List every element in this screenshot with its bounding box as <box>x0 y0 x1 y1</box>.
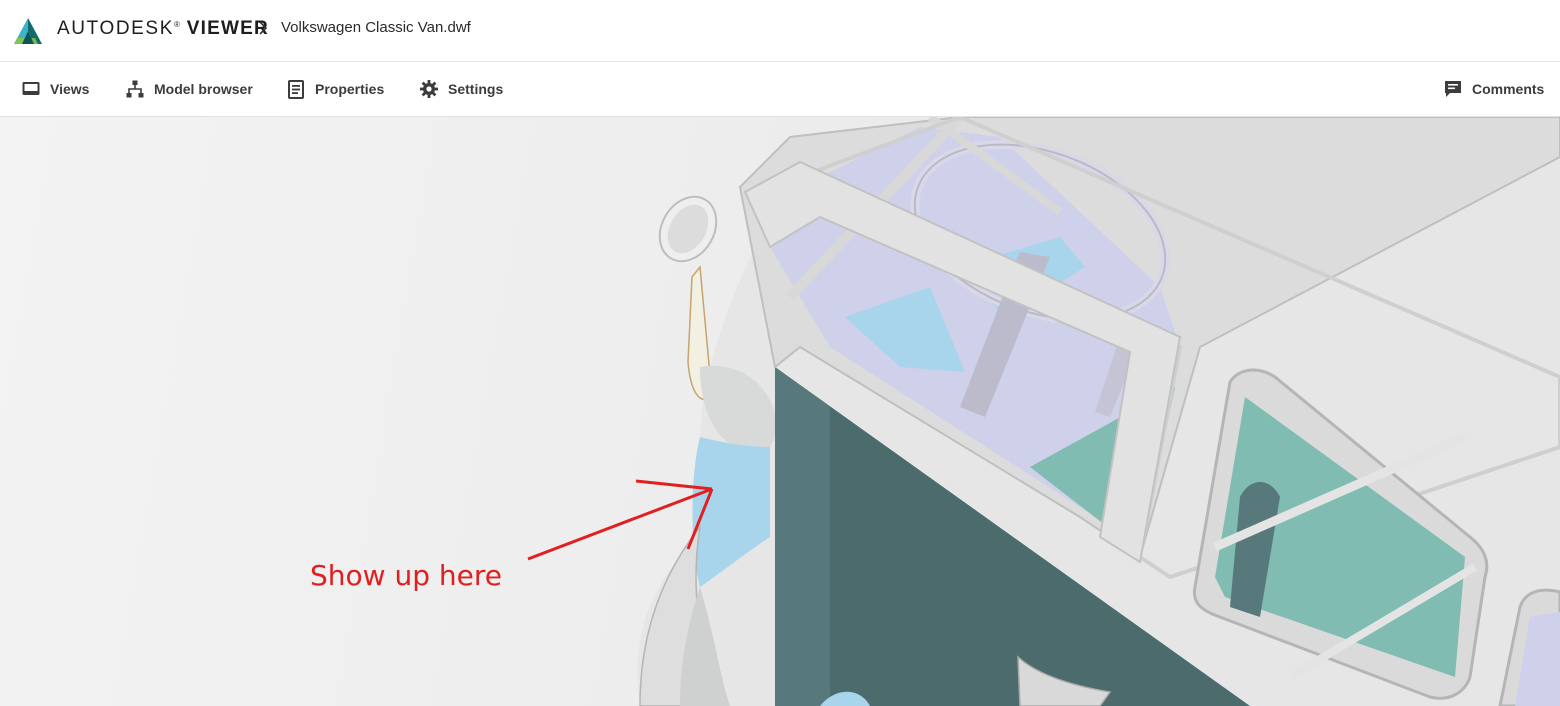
gear-icon <box>420 80 438 98</box>
comments-label: Comments <box>1472 81 1545 97</box>
comments-icon <box>1445 81 1461 97</box>
comments-button[interactable]: Comments <box>1444 78 1544 100</box>
brand-name: AUTODESK <box>57 18 174 39</box>
annotation-text: Show up here <box>310 559 502 592</box>
settings-button[interactable]: Settings <box>420 78 503 100</box>
properties-icon <box>288 79 304 99</box>
views-label: Views <box>50 81 90 97</box>
properties-button[interactable]: Properties <box>288 78 384 100</box>
model-viewport[interactable]: Show up here <box>0 117 1560 706</box>
settings-label: Settings <box>448 81 504 97</box>
properties-label: Properties <box>315 81 385 97</box>
model-browser-button[interactable]: Model browser <box>126 78 253 100</box>
chevron-right-icon <box>259 21 268 35</box>
autodesk-logo-icon[interactable] <box>13 17 43 45</box>
breadcrumb-file-name: Volkswagen Classic Van.dwf <box>281 19 471 36</box>
views-icon <box>22 82 40 95</box>
model-browser-icon <box>126 80 144 98</box>
van-model-render <box>527 117 1560 706</box>
views-button[interactable]: Views <box>22 78 89 100</box>
brand-registered-mark: ® <box>173 20 180 29</box>
brand-title[interactable]: AUTODESK® VIEWER <box>57 18 269 40</box>
app-header: AUTODESK® VIEWER Volkswagen Classic Van.… <box>0 0 1560 62</box>
toolbar: Views Model browser Properties Settings … <box>0 62 1560 117</box>
model-browser-label: Model browser <box>154 81 253 97</box>
